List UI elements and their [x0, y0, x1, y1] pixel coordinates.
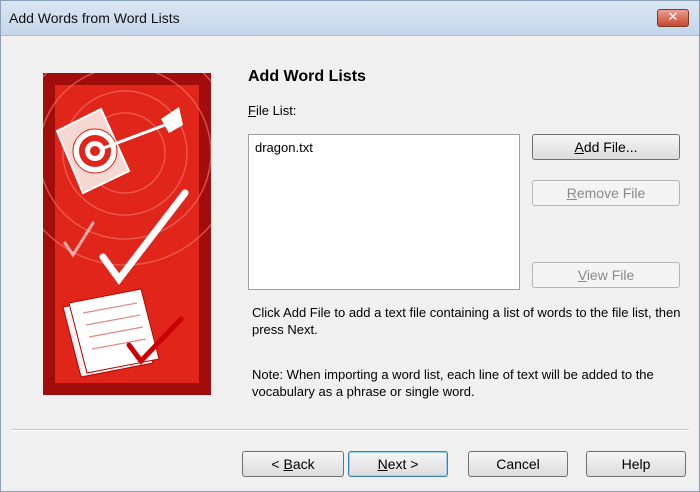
back-mnemonic: B [283, 456, 293, 472]
file-list-label-mnemonic: F [248, 103, 256, 118]
close-icon: ✕ [667, 10, 679, 25]
view-file-button[interactable]: View File [532, 262, 680, 288]
view-file-label: iew File [586, 267, 635, 283]
title-bar: Add Words from Word Lists ✕ [1, 1, 699, 36]
next-label: ext > [387, 456, 419, 472]
page-heading: Add Word Lists [248, 68, 366, 85]
file-list[interactable]: dragon.txt [248, 134, 520, 290]
close-button[interactable]: ✕ [657, 9, 689, 27]
remove-file-mnemonic: R [566, 185, 577, 201]
dialog-window: Add Words from Word Lists ✕ Add Word Lis… [0, 0, 700, 492]
add-file-mnemonic: A [574, 139, 584, 155]
back-button[interactable]: < Back [242, 451, 344, 477]
next-button[interactable]: Next > [348, 451, 448, 477]
add-file-label: dd File... [583, 139, 638, 155]
window-title: Add Words from Word Lists [9, 10, 180, 26]
view-file-mnemonic: V [577, 267, 587, 283]
next-mnemonic: N [377, 456, 388, 472]
remove-file-button[interactable]: Remove File [532, 180, 680, 206]
remove-file-label: emove File [576, 185, 646, 201]
footer-divider [11, 429, 689, 431]
file-list-label: File List: [248, 103, 296, 118]
cancel-button[interactable]: Cancel [468, 451, 568, 477]
back-prefix: < [271, 456, 284, 472]
instructions-text: Click Add File to add a text file contai… [252, 305, 681, 337]
note-text: Note: When importing a word list, each l… [252, 367, 654, 399]
add-file-button[interactable]: Add File... [532, 134, 680, 160]
file-list-item[interactable]: dragon.txt [255, 140, 313, 155]
file-list-label-text: ile List: [255, 103, 297, 118]
wizard-banner-image [43, 73, 211, 395]
help-button[interactable]: Help [586, 451, 686, 477]
back-label: ack [292, 456, 315, 472]
